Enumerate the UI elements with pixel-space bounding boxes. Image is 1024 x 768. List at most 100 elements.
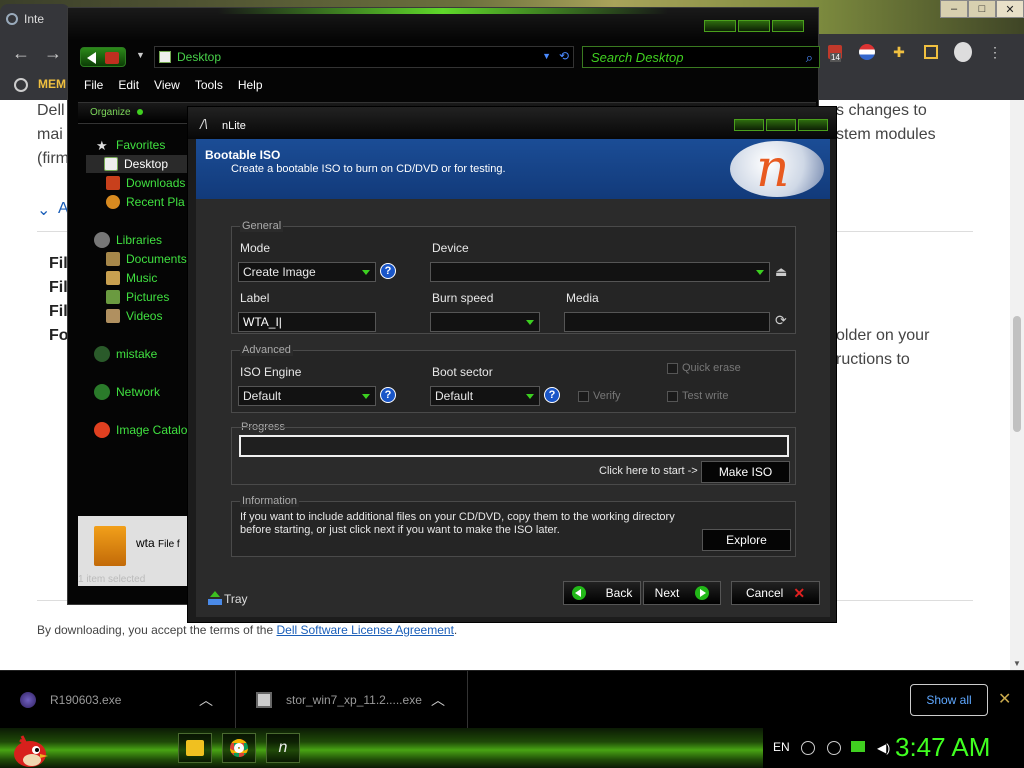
chevron-down-icon [362,270,370,275]
eject-icon[interactable]: ⏏ [775,264,787,280]
nav-item-downloads[interactable]: Downloads [106,174,185,192]
forward-arrow-icon[interactable]: → [44,43,62,64]
profile-avatar-icon[interactable] [954,42,972,62]
close-icon[interactable]: ✕ [996,0,1024,18]
clock[interactable]: 3:47 AM [895,732,990,763]
bookmark-item[interactable]: MEM [38,77,66,91]
puzzle-extension-icon[interactable]: ✚ [890,43,908,61]
menu-view[interactable]: View [154,78,180,92]
burn-speed-select[interactable] [430,312,540,332]
download-item[interactable]: stor_win7_xp_11.2.....exe ︿ [236,671,468,729]
nlite-titlebar[interactable]: /\ nLite [188,107,836,139]
chevron-down-icon[interactable]: ⌄ [37,200,50,220]
volume-icon[interactable]: ◀) [877,741,891,755]
nav-item-music[interactable]: Music [106,269,157,287]
network-tray-icon[interactable] [851,741,865,755]
menu-help[interactable]: Help [238,78,263,92]
quick-erase-checkbox[interactable] [667,363,678,374]
keyboard-icon[interactable] [801,741,815,755]
address-field[interactable]: Desktop ▼ ⟲ [154,46,574,68]
reading-list-icon[interactable] [922,43,940,61]
flag-extension-icon[interactable] [858,43,876,61]
close-icon[interactable] [798,119,828,131]
nav-item-libraries[interactable]: Libraries [94,231,162,249]
nav-item-documents[interactable]: Documents [106,250,187,268]
nav-item-recent-places[interactable]: Recent Pla [106,193,185,211]
menu-edit[interactable]: Edit [118,78,139,92]
nav-item-network[interactable]: Network [94,383,160,401]
refresh-icon[interactable]: ⟳ [775,312,787,329]
file-row-label: Fil [49,255,68,272]
chevron-up-icon[interactable]: ︿ [199,690,213,710]
star-icon: ★ [96,138,108,153]
explorer-titlebar[interactable] [68,8,818,40]
nav-item-homegroup[interactable]: mistake [94,345,157,363]
back-arrow-icon[interactable]: ← [12,43,30,64]
mode-select[interactable]: Create Image [238,262,376,282]
make-iso-button[interactable]: Make ISO [701,461,790,483]
tray-button[interactable]: Tray [224,592,248,606]
help-icon[interactable]: ? [544,387,560,403]
desktop-icon [104,157,118,171]
boot-sector-select[interactable]: Default [430,386,540,406]
help-icon[interactable]: ? [380,263,396,279]
taskbar-chrome-button[interactable] [222,733,256,763]
minimize-icon[interactable] [704,20,736,32]
maximize-icon[interactable] [766,119,796,131]
address-dropdown-icon[interactable]: ▼ [542,51,551,61]
browser-window-controls: – □ ✕ [940,0,1024,18]
nav-item-favorites[interactable]: ★ Favorites [96,136,165,154]
taskbar-explorer-button[interactable] [178,733,212,763]
menu-tools[interactable]: Tools [195,78,223,92]
recent-pages-chevron-icon[interactable]: ▼ [136,50,145,60]
minimize-icon[interactable] [734,119,764,131]
help-icon[interactable]: ? [380,387,396,403]
close-icon[interactable]: ✕ [998,689,1011,709]
cancel-button[interactable]: Cancel ✕ [731,581,820,605]
scrollbar-thumb[interactable] [1013,316,1021,432]
browser-tab[interactable]: Inte [0,4,70,34]
selected-file-name: wta File f [136,536,180,550]
next-button[interactable]: Next [643,581,721,605]
download-filename: stor_win7_xp_11.2.....exe [286,693,422,707]
nav-item-videos[interactable]: Videos [106,307,162,325]
show-all-button[interactable]: Show all [910,684,988,716]
quick-erase-label: Quick erase [682,362,741,374]
label-input[interactable]: WTA_I| [238,312,376,332]
verify-checkbox[interactable] [578,391,589,402]
minimize-icon[interactable]: – [940,0,968,18]
start-button[interactable] [8,730,48,768]
documents-icon [106,252,120,266]
nav-label: Downloads [126,176,186,190]
taskbar-nlite-button[interactable]: n [266,733,300,763]
back-button[interactable]: Back [563,581,641,605]
extension-badge-icon[interactable]: 14 [826,43,844,62]
download-item[interactable]: R190603.exe ︿ [0,671,236,729]
search-icon[interactable]: ⌕ [806,50,813,66]
menu-file[interactable]: File [84,78,103,92]
test-write-checkbox[interactable] [667,391,678,402]
file-row-label: Fil [49,279,68,296]
page-scrollbar[interactable]: ▼ [1010,100,1024,670]
maximize-icon[interactable]: □ [968,0,996,18]
nav-label: Favorites [116,138,166,152]
device-select[interactable] [430,262,770,282]
explore-button[interactable]: Explore [702,529,791,551]
license-link[interactable]: Dell Software License Agreement [276,623,453,637]
chevron-up-icon[interactable]: ︿ [431,690,445,710]
nav-item-pictures[interactable]: Pictures [106,288,169,306]
iso-engine-select[interactable]: Default [238,386,376,406]
chrome-menu-icon[interactable]: ⋮ [986,43,1004,61]
iso-engine-label: ISO Engine [240,365,302,379]
maximize-icon[interactable] [738,20,770,32]
refresh-icon[interactable]: ⟲ [559,49,569,63]
nav-item-image-catalog[interactable]: Image Catalo [94,421,187,439]
back-forward-buttons[interactable] [80,47,126,67]
action-center-icon[interactable] [827,741,841,755]
nav-item-desktop[interactable]: Desktop [86,155,194,173]
close-icon[interactable] [772,20,804,32]
search-input[interactable]: Search Desktop ⌕ [582,46,820,68]
organize-button[interactable]: Organize [90,107,131,118]
language-indicator[interactable]: EN [773,740,790,754]
scroll-down-arrow-icon[interactable]: ▼ [1013,659,1021,668]
